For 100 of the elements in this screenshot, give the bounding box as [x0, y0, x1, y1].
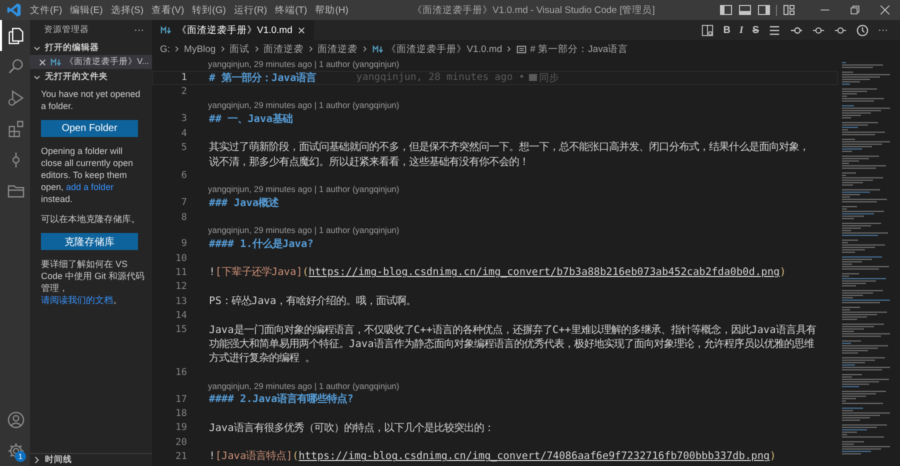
line-number: 8: [180, 212, 187, 223]
close-icon[interactable]: [38, 58, 47, 66]
chevron-icon: [306, 45, 315, 53]
toggle-primary-sidebar-icon[interactable]: [719, 3, 733, 17]
breadcrumb-item[interactable]: 面试: [230, 42, 250, 56]
files-icon[interactable]: [6, 26, 26, 46]
breadcrumb-item[interactable]: G:: [160, 44, 170, 54]
codelens-text[interactable]: yangqinjun, 29 minutes ago | 1 author (yangqinjun): [208, 225, 400, 236]
line-number: 9: [180, 238, 187, 250]
chevron-icon: [360, 45, 369, 53]
symbol-icon: [516, 44, 528, 54]
breadcrumb-item[interactable]: 《面渣逆袭手册》V1.0.md: [372, 42, 502, 56]
extensions-icon[interactable]: [6, 118, 26, 138]
action-button[interactable]: Open Folder: [41, 120, 138, 137]
open-preview-icon[interactable]: [701, 24, 714, 36]
line-number: 10: [174, 252, 187, 264]
code-line: ![下辈子还学Java](https://img-blog.csdnimg.cn/img_convert/b7b3a88b216eb073ab452cab2fda0b0d.png): [209, 265, 786, 280]
line-number: 1: [180, 72, 187, 84]
line-number: 3: [180, 113, 187, 124]
line-number: 12: [174, 281, 187, 292]
open-editor-item[interactable]: 《面渣逆袭手册》V...: [30, 55, 152, 69]
code-line: # 第一部分：Java语言: [209, 70, 316, 85]
section-header[interactable]: 打开的编辑器: [30, 40, 152, 55]
markdown-icon: [372, 44, 384, 54]
strikethrough-button[interactable]: S: [752, 24, 759, 36]
menu-item[interactable]: 转到(G): [192, 4, 226, 16]
bold-button[interactable]: B: [723, 24, 730, 36]
breadcrumb-item[interactable]: MyBlog: [184, 44, 216, 54]
action-button[interactable]: 克隆存储库: [41, 233, 138, 250]
close-icon[interactable]: [879, 4, 891, 16]
welcome-text: 要详细了解如何在 VS Code 中使用 Git 和源代码管理， 请阅读我们的文档。: [41, 258, 146, 306]
link[interactable]: add a folder: [66, 182, 114, 192]
link[interactable]: 请阅读我们的文档: [41, 295, 113, 305]
line-number: 20: [174, 436, 187, 448]
code-line: Java语言有很多优秀（可吹）的特点，以下几个是比较突出的：: [209, 420, 494, 435]
menu-item[interactable]: 编辑(E): [70, 4, 103, 16]
run-debug-icon[interactable]: [6, 88, 26, 108]
app-logo-icon: [6, 2, 22, 18]
markdown-icon: [160, 25, 172, 35]
welcome-text: Opening a folder will close all currently open editors. To keep them open, add a folder instead.: [41, 145, 134, 205]
code-line: 其实过了萌新阶段，面试问基础就问的不多，但是保不齐突然问一下。想一下，总不能张口高并发、闭口分布式，结果什么是面向对象，: [209, 140, 809, 154]
code-line: 说不清，那多少有点魔幻。所以赶紧来看看，这些基础有没有你不会的！: [209, 154, 529, 169]
welcome-text: 可以在本地克隆存储库。: [41, 213, 141, 225]
line-number: 21: [174, 450, 187, 462]
code-line: ### Java概述: [209, 196, 279, 210]
customize-layout-icon[interactable]: [782, 3, 796, 17]
code-line: ![Java语言特点](https://img-blog.csdnimg.cn/img_convert/74086aaf6e9f7232716fb700bbb337db.png): [209, 449, 776, 464]
line-number: 14: [174, 310, 187, 321]
breadcrumb-item[interactable]: 面渣逆袭: [264, 42, 304, 56]
more-actions-button[interactable]: ···: [878, 24, 888, 36]
menu-item[interactable]: 查看(V): [151, 4, 184, 16]
close-icon[interactable]: [297, 26, 306, 34]
more-actions-button[interactable]: ···: [134, 24, 144, 36]
welcome-text: You have not yet opened a folder.: [41, 88, 142, 112]
line-number: 15: [174, 324, 187, 336]
line-number: 5: [180, 142, 187, 153]
line-number: 17: [174, 394, 187, 405]
menu-item[interactable]: 运行(R): [234, 4, 268, 16]
toggle-panel-icon[interactable]: [738, 3, 752, 17]
codelens-text[interactable]: yangqinjun, 29 minutes ago | 1 author (yangqinjun): [208, 184, 400, 194]
code-line: 方式进行复杂的编程 。: [209, 351, 316, 366]
list-icon[interactable]: [768, 24, 781, 36]
line-number: 16: [174, 366, 187, 378]
chevron-icon: [218, 45, 227, 53]
line-number: 11: [174, 266, 187, 278]
account-icon[interactable]: [6, 410, 26, 430]
line-number: 18: [174, 408, 187, 420]
codelens-text[interactable]: yangqinjun, 29 minutes ago | 1 author (yangqinjun): [208, 59, 400, 70]
line-number: 13: [174, 296, 187, 306]
chevron-icon: [252, 45, 261, 53]
markdown-icon: [50, 57, 62, 67]
codelens-text[interactable]: yangqinjun, 29 minutes ago | 1 author (yangqinjun): [208, 380, 400, 391]
history-icon[interactable]: [856, 24, 869, 36]
section-header[interactable]: 无打开的文件夹: [30, 69, 152, 84]
editor-tab[interactable]: 《面渣逆袭手册》V1.0.md: [152, 20, 314, 40]
section-header[interactable]: 时间线: [30, 453, 152, 466]
breadcrumb-item[interactable]: 面渣逆袭: [318, 42, 358, 56]
toggle-secondary-sidebar-icon[interactable]: [757, 3, 771, 17]
blame-annotation: yangqinjun, 28 minutes ago •: [356, 72, 525, 84]
code-line: 功能强大和简单易用两个特征。Java语言作为静态面向对象编程语言的优秀代表，极好地实现了面向对象理论，允许程序员以优雅的思维: [209, 336, 814, 351]
line-number: 19: [174, 422, 187, 434]
line-number: 7: [180, 197, 187, 208]
menu-item[interactable]: 帮助(H): [315, 4, 348, 16]
line-number: 6: [180, 170, 187, 182]
chevron-icon: [173, 45, 182, 53]
italic-button[interactable]: I: [739, 24, 744, 36]
code-line: #### 1.什么是Java?: [209, 236, 314, 251]
menu-item[interactable]: 终端(T): [275, 4, 308, 16]
menu-item[interactable]: 选择(S): [110, 4, 144, 16]
breadcrumb-item[interactable]: # 第一部分：Java语言: [516, 42, 628, 56]
window-title: 《面渣逆袭手册》V1.0.md - Visual Studio Code [管理员]: [412, 4, 656, 16]
line-number: 2: [180, 86, 187, 98]
chevron-icon: [505, 45, 514, 53]
code-line: PS：碎怂Java，有啥好介绍的。哦，面试啊。: [209, 294, 416, 308]
restore-icon[interactable]: [849, 4, 861, 16]
codelens-text[interactable]: yangqinjun, 29 minutes ago | 1 author (yangqinjun): [208, 100, 400, 110]
code-line: #### 2.Java语言有哪些特点?: [209, 392, 354, 406]
menu-item[interactable]: 文件(F): [30, 4, 62, 16]
code-line: ## 一、Java基础: [209, 112, 292, 126]
code-line: Java是一门面向对象的编程语言，不仅吸收了C++语言的各种优点，还摒弃了C++里难以理解的多继承、指针等概念，因此Java语言具有: [209, 322, 816, 337]
